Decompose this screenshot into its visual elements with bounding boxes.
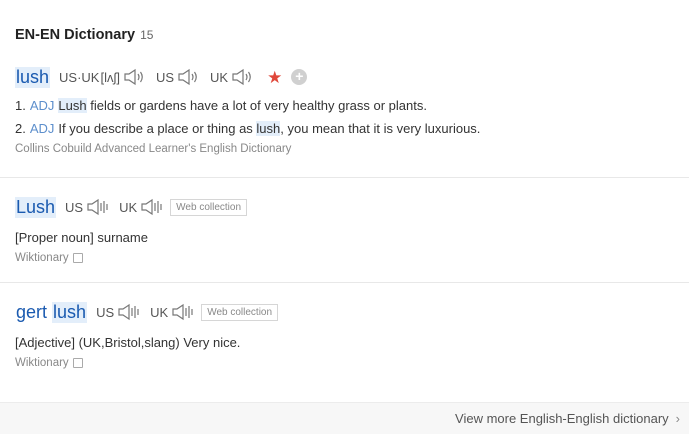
part-of-speech: ADJ xyxy=(29,98,55,113)
word-row: lush US·UK [lʌʃ] US UK ★ + xyxy=(15,65,689,89)
headword[interactable]: Lush xyxy=(15,196,57,218)
source-label: Wiktionary xyxy=(15,357,69,369)
copy-icon[interactable] xyxy=(72,358,83,368)
definition: [Proper noun] surname xyxy=(15,230,148,245)
definition: [Adjective] (UK,Bristol,slang) Very nice… xyxy=(15,335,241,350)
us-label: US xyxy=(96,304,115,320)
uk-label: UK xyxy=(210,69,229,85)
chevron-right-icon: › xyxy=(675,411,680,426)
highlight-word: lush xyxy=(256,121,281,136)
footer-bar: View more English-English dictionary › xyxy=(0,402,689,434)
word-row: gert lush US UK Web collection xyxy=(15,300,689,324)
star-icon[interactable]: ★ xyxy=(267,69,282,86)
phonetic: [lʌʃ] xyxy=(100,69,120,85)
headword-highlight[interactable]: lush xyxy=(52,301,88,323)
speaker-icon[interactable] xyxy=(86,198,110,216)
def-text-pre: If you describe a place or thing as xyxy=(58,121,257,136)
web-collection-badge: Web collection xyxy=(201,303,279,321)
speaker-icon[interactable] xyxy=(171,303,195,321)
copy-icon[interactable] xyxy=(72,253,83,263)
speaker-icon[interactable] xyxy=(140,198,164,216)
source-label: Wiktionary xyxy=(15,252,69,264)
entry-count: 15 xyxy=(140,28,154,42)
part-of-speech: ADJ xyxy=(29,121,55,136)
us-label: US xyxy=(65,199,84,215)
source-wiktionary[interactable]: Wiktionary xyxy=(15,356,689,370)
entry-gert-lush: gert lush US UK Web collection [Adjectiv… xyxy=(15,300,689,370)
speaker-icon[interactable] xyxy=(177,68,201,86)
dictionary-title: EN-EN Dictionary xyxy=(15,27,136,43)
view-more-link[interactable]: View more English-English dictionary › xyxy=(455,411,680,426)
word-row: Lush US UK Web collection xyxy=(15,195,689,219)
view-more-label: View more English-English dictionary xyxy=(455,411,669,426)
def-text: , you mean that it is very luxurious. xyxy=(280,121,481,136)
entry-lush-proper: Lush US UK Web collection [Proper noun] … xyxy=(15,195,689,265)
def-text: fields or gardens have a lot of very hea… xyxy=(86,98,427,113)
uk-label: UK xyxy=(150,304,169,320)
def-number: 1. xyxy=(15,98,26,113)
speaker-icon[interactable] xyxy=(117,303,141,321)
source-wiktionary[interactable]: Wiktionary xyxy=(15,251,689,265)
divider xyxy=(0,282,689,283)
headword-part[interactable]: gert xyxy=(15,302,48,323)
source-collins[interactable]: Collins Cobuild Advanced Learner's Engli… xyxy=(15,142,689,156)
entry-lush: lush US·UK [lʌʃ] US UK ★ + 1. ADJ Lush fie… xyxy=(15,65,689,156)
us-uk-label: US·UK xyxy=(59,69,100,85)
divider xyxy=(0,177,689,178)
dictionary-header: EN-EN Dictionary 15 xyxy=(15,27,153,47)
us-label: US xyxy=(155,69,175,85)
definition-1: 1. ADJ Lush fields or gardens have a lot o… xyxy=(15,94,689,117)
add-icon[interactable]: + xyxy=(291,69,308,85)
web-collection-badge: Web collection xyxy=(170,198,248,216)
definition-2: 2. ADJ If you describe a place or thing as… xyxy=(15,117,689,140)
highlight-word: Lush xyxy=(58,98,87,113)
def-number: 2. xyxy=(15,121,26,136)
speaker-icon[interactable] xyxy=(123,68,147,86)
uk-label: UK xyxy=(119,199,138,215)
headword[interactable]: lush xyxy=(15,66,51,88)
speaker-icon[interactable] xyxy=(231,68,255,86)
